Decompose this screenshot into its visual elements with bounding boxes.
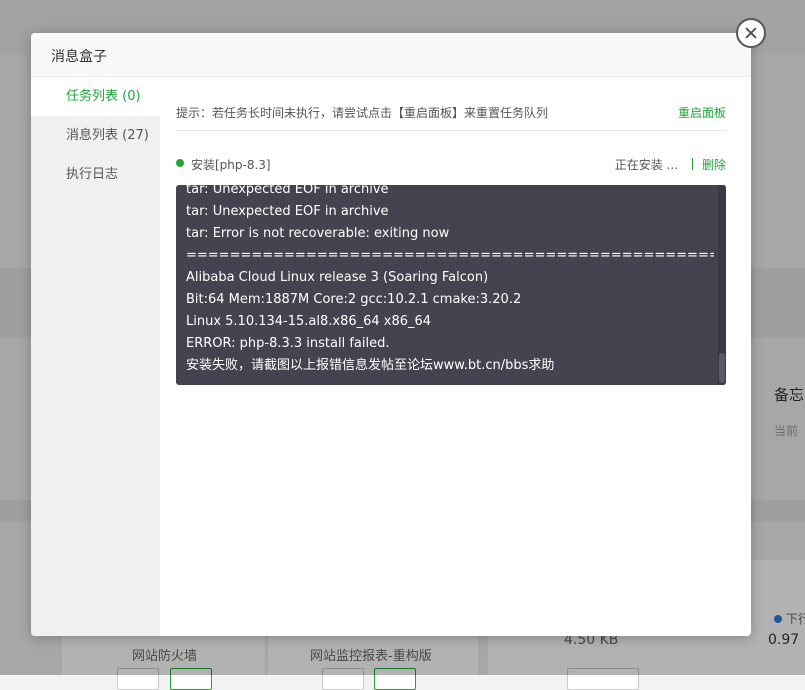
task-status: 正在安装 ... [614, 158, 678, 172]
modal-title: 消息盒子 [51, 49, 107, 65]
log-line: Bit:64 Mem:1887M Core:2 gcc:10.2.1 cmake… [186, 292, 522, 307]
modal-sidebar: 任务列表 (0) 消息列表 (27) 执行日志 [31, 77, 160, 636]
status-dot-icon [176, 159, 184, 167]
message-box-modal: 消息盒子 任务列表 (0) 消息列表 (27) 执行日志 提示：若任务长时间未执… [31, 33, 751, 636]
delete-task-link[interactable]: 删除 [702, 156, 726, 173]
log-line: ERROR: php-8.3.3 install failed. [186, 336, 390, 351]
log-line: tar: Unexpected EOF in archive [186, 185, 389, 197]
log-scrollbar[interactable] [718, 185, 726, 385]
close-icon[interactable] [736, 18, 766, 48]
sidebar-item-execution-log[interactable]: 执行日志 [31, 155, 160, 194]
log-lines: tar: Unexpected EOF in archive tar: Unexp… [186, 185, 714, 377]
task-name: 安装[php-8.3] [191, 158, 271, 172]
tip-row: 提示：若任务长时间未执行，请尝试点击【重启面板】来重置任务队列 重启面板 [176, 100, 726, 131]
log-scrollbar-thumb[interactable] [719, 353, 725, 383]
sidebar-item-task-list[interactable]: 任务列表 (0) [31, 77, 160, 116]
install-log-output[interactable]: tar: Unexpected EOF in archive tar: Unexp… [176, 185, 726, 385]
log-line: ========================================… [186, 248, 714, 263]
restart-panel-link[interactable]: 重启面板 [678, 104, 726, 121]
log-line: 安装失败，请截图以上报错信息发帖至论坛www.bt.cn/bbs求助 [186, 358, 555, 373]
sidebar-item-message-list[interactable]: 消息列表 (27) [31, 116, 160, 155]
modal-header: 消息盒子 [31, 33, 751, 77]
tip-text: 提示：若任务长时间未执行，请尝试点击【重启面板】来重置任务队列 [176, 106, 549, 120]
log-line: Alibaba Cloud Linux release 3 (Soaring F… [186, 270, 489, 285]
log-line: tar: Error is not recoverable: exiting n… [186, 226, 450, 241]
log-line: Linux 5.10.134-15.al8.x86_64 x86_64 [186, 314, 432, 329]
task-row: 安装[php-8.3] 正在安装 ... 删除 [176, 154, 726, 174]
divider [692, 158, 693, 170]
log-line: tar: Unexpected EOF in archive [186, 204, 389, 219]
